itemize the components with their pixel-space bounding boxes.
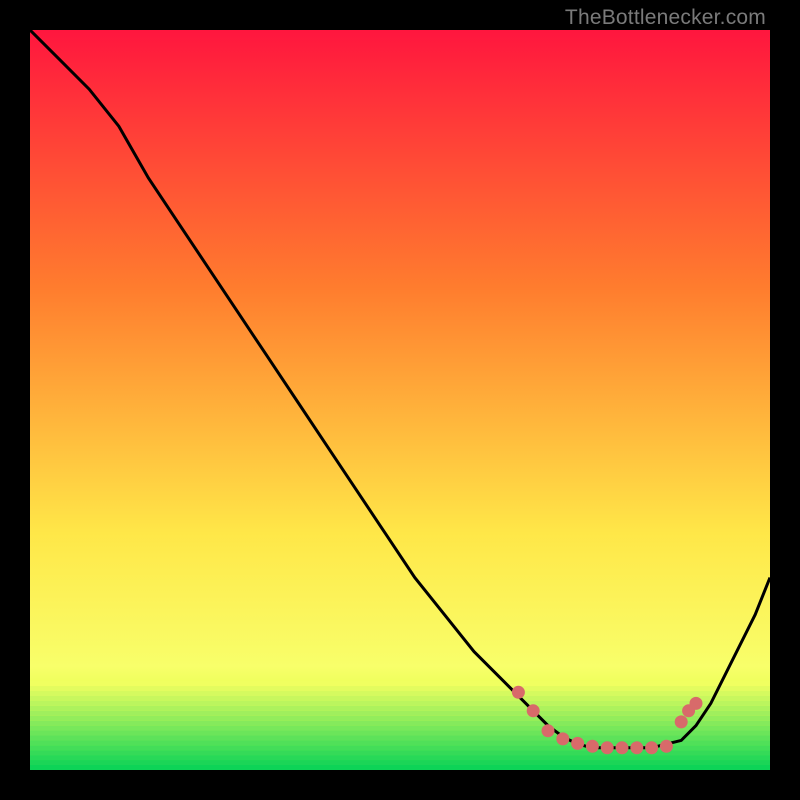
curve-marker (527, 704, 540, 717)
gradient-stripe (30, 721, 770, 726)
gradient-background (30, 30, 770, 770)
watermark-text: TheBottlenecker.com (565, 6, 766, 30)
gradient-stripe (30, 760, 770, 765)
gradient-stripe (30, 686, 770, 691)
curve-marker (675, 715, 688, 728)
curve-marker (571, 737, 584, 750)
gradient-bands (30, 681, 770, 770)
gradient-stripe (30, 691, 770, 696)
gradient-stripe (30, 750, 770, 755)
curve-marker (690, 697, 703, 710)
chart-svg (30, 30, 770, 770)
gradient-stripe (30, 706, 770, 711)
gradient-stripe (30, 726, 770, 731)
curve-marker (601, 741, 614, 754)
curve-marker (660, 740, 673, 753)
curve-marker (556, 732, 569, 745)
curve-marker (586, 740, 599, 753)
gradient-stripe (30, 696, 770, 701)
curve-marker (512, 686, 525, 699)
chart-frame (30, 30, 770, 770)
gradient-stripe (30, 716, 770, 721)
gradient-stripe (30, 755, 770, 760)
gradient-stripe (30, 711, 770, 716)
gradient-stripe (30, 701, 770, 706)
curve-marker (616, 741, 629, 754)
curve-marker (645, 741, 658, 754)
gradient-stripe (30, 731, 770, 736)
curve-marker (542, 724, 555, 737)
curve-marker (630, 741, 643, 754)
gradient-stripe (30, 765, 770, 770)
gradient-stripe (30, 735, 770, 740)
gradient-stripe (30, 681, 770, 686)
